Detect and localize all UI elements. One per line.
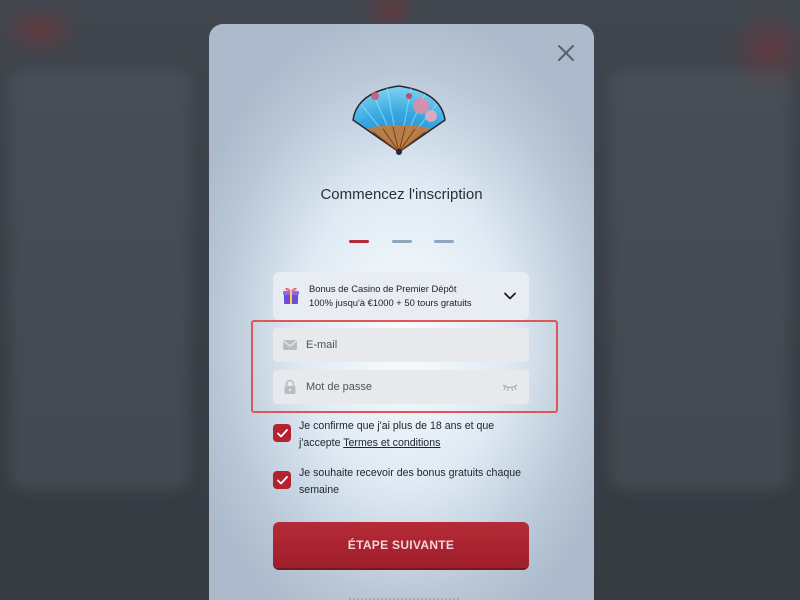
background-panel — [10, 70, 190, 490]
close-button[interactable] — [555, 42, 577, 64]
terms-link[interactable]: Termes et conditions — [343, 437, 440, 449]
chevron-down-icon — [504, 292, 516, 300]
step-3-indicator — [434, 240, 454, 243]
folding-fan-icon — [352, 85, 446, 155]
close-icon — [558, 45, 574, 61]
step-2-indicator — [392, 240, 412, 243]
age-consent-checkbox[interactable] — [273, 424, 291, 442]
bonus-consent-row: Je souhaite recevoir des bonus gratuits … — [273, 465, 531, 499]
checkmark-icon — [276, 475, 288, 484]
eye-closed-icon[interactable] — [501, 382, 519, 392]
checkmark-icon — [276, 428, 288, 437]
age-consent-text: Je confirme que j'ai plus de 18 ans et q… — [299, 418, 531, 452]
modal-title: Commencez l'inscription — [320, 186, 483, 203]
gift-icon — [283, 287, 299, 304]
bonus-selector[interactable]: Bonus de Casino de Premier Dépôt 100% ju… — [273, 272, 529, 320]
bonus-description: Bonus de Casino de Premier Dépôt 100% ju… — [309, 282, 503, 310]
age-consent-row: Je confirme que j'ai plus de 18 ans et q… — [273, 418, 531, 452]
password-input[interactable] — [306, 372, 501, 402]
registration-modal: Commencez l'inscription Bonus de Casino … — [209, 24, 594, 600]
step-indicator — [349, 240, 459, 244]
bonus-consent-checkbox[interactable] — [273, 471, 291, 489]
bonus-title: Bonus de Casino de Premier Dépôt — [309, 283, 457, 294]
lock-icon — [284, 379, 296, 394]
email-input[interactable] — [306, 330, 529, 360]
bonus-offer: 100% jusqu'à €1000 + 50 tours gratuits — [309, 297, 472, 308]
step-1-indicator — [349, 240, 369, 243]
envelope-icon — [283, 340, 297, 350]
background-panel — [610, 70, 790, 490]
bonus-consent-text: Je souhaite recevoir des bonus gratuits … — [299, 467, 522, 496]
next-step-button[interactable]: ÉTAPE SUIVANTE — [273, 522, 529, 568]
email-field — [273, 328, 529, 362]
password-field — [273, 370, 529, 404]
